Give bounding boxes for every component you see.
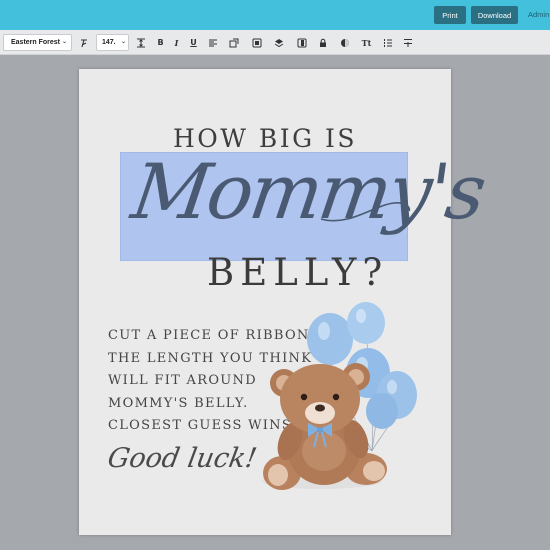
font-size-value: 147.: [102, 39, 116, 46]
good-luck-script[interactable]: Good luck!: [105, 443, 259, 474]
list-icon[interactable]: [381, 36, 394, 49]
design-page[interactable]: HOW BIG IS Mommy's BELLY? CUT A PIECE OF…: [79, 69, 489, 535]
headline-mommys-script[interactable]: Mommy's: [127, 147, 489, 236]
font-family-select[interactable]: Eastern Forest ⌄: [3, 34, 72, 51]
headline-belly[interactable]: BELLY?: [207, 251, 388, 294]
bold-icon[interactable]: B: [154, 36, 167, 49]
font-size-select[interactable]: 147. ⌄: [96, 34, 129, 51]
script-swoosh-decoration: [320, 202, 411, 222]
duplicate-icon[interactable]: [295, 36, 308, 49]
layers-icon[interactable]: [272, 36, 285, 49]
italic-icon[interactable]: I: [170, 36, 183, 49]
line-height-icon[interactable]: [134, 36, 147, 49]
letter-spacing-icon[interactable]: [401, 36, 414, 49]
effects-icon[interactable]: [227, 36, 240, 49]
font-family-value: Eastern Forest: [11, 39, 61, 46]
chevron-down-icon: ⌄: [120, 39, 126, 45]
admin-link[interactable]: Admin: [528, 10, 549, 19]
format-clear-icon[interactable]: [77, 36, 90, 49]
text-transform-icon[interactable]: Tt: [360, 36, 373, 49]
lock-icon[interactable]: [316, 36, 329, 49]
align-icon[interactable]: [206, 36, 219, 49]
format-toolbar: Eastern Forest ⌄ 147. ⌄ B I U Tt: [0, 30, 550, 55]
download-button[interactable]: Download: [471, 6, 518, 24]
chevron-down-icon: ⌄: [61, 39, 67, 45]
teddy-bear-balloons-illustration[interactable]: [262, 301, 430, 497]
print-button[interactable]: Print: [434, 6, 466, 24]
underline-icon[interactable]: U: [187, 36, 200, 49]
teddy-bear-icon: [262, 363, 387, 490]
color-fill-icon[interactable]: [338, 36, 351, 49]
copy-icon[interactable]: [250, 36, 263, 49]
top-bar: Print Download Admin: [0, 0, 550, 30]
